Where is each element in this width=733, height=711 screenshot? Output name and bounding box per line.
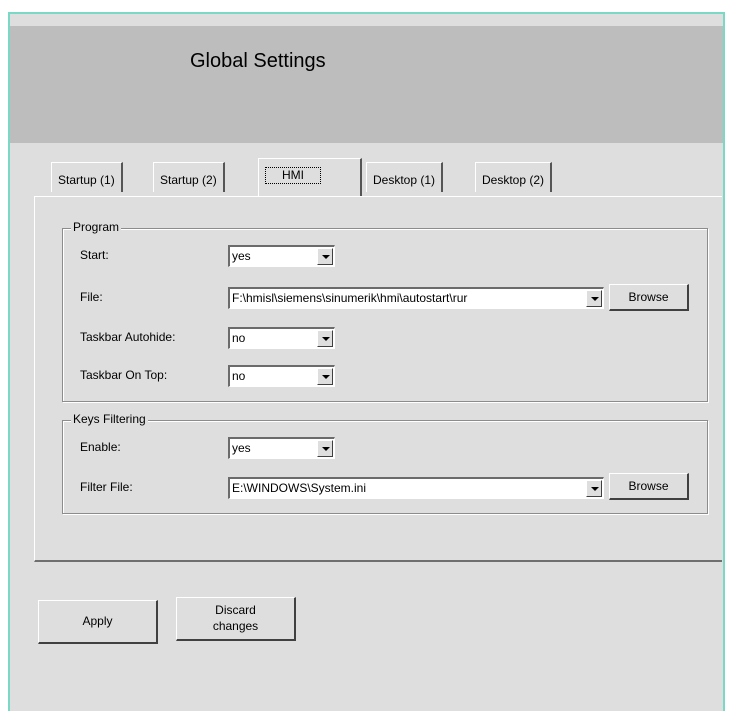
chevron-down-icon [322, 337, 330, 341]
filter-browse-button[interactable]: Browse [609, 473, 689, 500]
tab-startup-2[interactable]: Startup (2) [153, 162, 225, 192]
enable-label: Enable: [80, 440, 121, 454]
chevron-down-icon [591, 487, 599, 491]
dropdown-button[interactable] [586, 290, 602, 307]
dropdown-button[interactable] [317, 440, 333, 457]
chevron-down-icon [322, 255, 330, 259]
taskbar-ontop-label: Taskbar On Top: [80, 368, 168, 382]
start-select[interactable]: yes [228, 245, 335, 267]
header-bar: Global Settings [10, 26, 723, 143]
chevron-down-icon [591, 297, 599, 301]
filter-file-select[interactable]: E:\WINDOWS\System.ini [228, 477, 604, 499]
discard-label-line1: Discard [215, 603, 256, 617]
file-browse-button[interactable]: Browse [609, 284, 689, 311]
taskbar-ontop-value: no [232, 369, 246, 383]
tab-label: Startup (2) [160, 173, 217, 187]
taskbar-autohide-label: Taskbar Autohide: [80, 330, 176, 344]
tab-label: Desktop (2) [482, 173, 545, 187]
file-select[interactable]: F:\hmisl\siemens\sinumerik\hmi\autostart… [228, 287, 604, 309]
taskbar-ontop-select[interactable]: no [228, 365, 335, 387]
tab-desktop-2[interactable]: Desktop (2) [475, 162, 553, 192]
tab-desktop-1[interactable]: Desktop (1) [366, 162, 444, 192]
tab-startup-1[interactable]: Startup (1) [51, 162, 123, 192]
keys-filtering-group-title: Keys Filtering [71, 412, 148, 426]
discard-label-line2: changes [212, 619, 259, 633]
dropdown-button[interactable] [317, 330, 333, 347]
enable-value: yes [232, 441, 251, 455]
dropdown-button[interactable] [586, 480, 602, 497]
chevron-down-icon [322, 375, 330, 379]
page-title: Global Settings [190, 50, 326, 72]
filter-file-value: E:\WINDOWS\System.ini [232, 481, 367, 495]
taskbar-autohide-value: no [232, 331, 246, 345]
discard-changes-button[interactable]: Discard changes [176, 597, 296, 641]
taskbar-autohide-select[interactable]: no [228, 327, 335, 349]
dropdown-button[interactable] [317, 248, 333, 265]
filter-file-label: Filter File: [80, 480, 133, 494]
tab-label: Desktop (1) [373, 173, 436, 187]
start-label: Start: [80, 248, 109, 262]
chevron-down-icon [322, 447, 330, 451]
file-label: File: [80, 290, 103, 304]
dropdown-button[interactable] [317, 368, 333, 385]
tab-label: Startup (1) [58, 173, 115, 187]
enable-select[interactable]: yes [228, 437, 335, 459]
program-group-title: Program [71, 220, 122, 234]
apply-label: Apply [82, 614, 113, 628]
apply-button[interactable]: Apply [38, 600, 158, 644]
start-value: yes [232, 249, 251, 263]
file-value: F:\hmisl\siemens\sinumerik\hmi\autostart… [232, 291, 468, 305]
tab-label: HMI [265, 167, 321, 184]
tab-hmi[interactable]: HMI [258, 158, 362, 196]
